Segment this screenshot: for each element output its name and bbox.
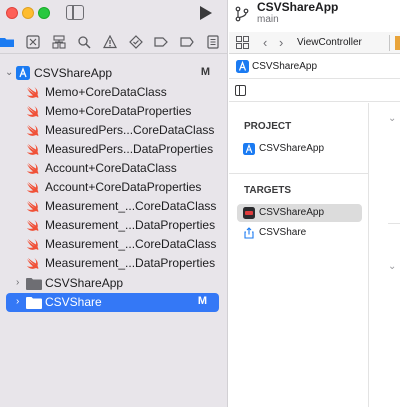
- project-item[interactable]: CSVShareApp: [237, 140, 362, 158]
- play-icon: [200, 6, 212, 20]
- disclosure-closed-icon[interactable]: ›: [16, 278, 26, 288]
- target-label: CSVShare: [259, 227, 307, 238]
- file-label: Memo+CoreDataClass: [45, 85, 167, 99]
- search-icon[interactable]: [77, 35, 91, 49]
- file-row[interactable]: Account+CoreDataProperties: [0, 178, 228, 197]
- folder-row-selected[interactable]: › CSVShare M: [6, 293, 219, 312]
- disclosure-open-icon[interactable]: ⌄: [5, 68, 15, 78]
- project-heading: PROJECT: [244, 121, 292, 132]
- file-row[interactable]: Memo+CoreDataClass: [0, 83, 228, 102]
- swift-file-icon: [27, 182, 39, 193]
- file-label: Memo+CoreDataProperties: [45, 104, 192, 118]
- swift-file-icon: [27, 258, 39, 269]
- target-item-selected[interactable]: CSVShareApp: [237, 204, 362, 222]
- branch-icon: [235, 6, 249, 22]
- project-name: CSVShareApp: [257, 0, 339, 14]
- target-item[interactable]: CSVShare: [237, 224, 362, 242]
- zoom-window-button[interactable]: [38, 7, 50, 19]
- separator: [388, 223, 400, 224]
- file-row[interactable]: Measurement_...CoreDataClass: [0, 197, 228, 216]
- tab-accent: [395, 36, 400, 50]
- folder-icon: [26, 297, 42, 309]
- back-arrow-icon[interactable]: ‹: [263, 35, 267, 50]
- swift-file-icon: [27, 125, 39, 136]
- file-row[interactable]: Account+CoreDataClass: [0, 159, 228, 178]
- swift-file-icon: [27, 201, 39, 212]
- swift-file-icon: [27, 220, 39, 231]
- breadcrumb-item[interactable]: CSVShareApp: [252, 61, 317, 72]
- chevron-down-icon[interactable]: ⌄: [388, 113, 396, 124]
- disclosure-closed-icon[interactable]: ›: [16, 297, 26, 307]
- targets-heading: TARGETS: [244, 185, 292, 196]
- folder-label: CSVShareApp: [45, 276, 124, 290]
- forward-arrow-icon[interactable]: ›: [279, 35, 283, 50]
- file-label: Account+CoreDataProperties: [45, 180, 202, 194]
- target-label: CSVShareApp: [259, 207, 325, 218]
- tab-divider: [389, 35, 390, 51]
- editor-sub-toolbar: [229, 80, 400, 102]
- grid-icon[interactable]: [236, 36, 249, 49]
- editor-header: CSVShareApp main: [229, 0, 400, 28]
- file-label: Account+CoreDataClass: [45, 161, 177, 175]
- modified-badge: M: [200, 66, 210, 78]
- project-root-row[interactable]: ⌄ CSVShareApp M: [0, 64, 228, 83]
- swift-file-icon: [27, 87, 39, 98]
- branch-name: main: [257, 14, 279, 25]
- file-row[interactable]: Measurement_...CoreDataClass: [0, 235, 228, 254]
- swift-file-icon: [27, 163, 39, 174]
- folder-icon: [26, 278, 42, 290]
- project-item-label: CSVShareApp: [259, 143, 325, 154]
- file-label: MeasuredPers...DataProperties: [45, 142, 214, 156]
- editor-tab[interactable]: ViewController: [297, 37, 362, 48]
- swift-file-icon: [27, 106, 39, 117]
- close-window-button[interactable]: [6, 7, 18, 19]
- file-label: MeasuredPers...CoreDataClass: [45, 123, 215, 137]
- navigator-selector-bar: [0, 32, 228, 54]
- xcode-project-icon: [236, 60, 249, 73]
- debug-icon[interactable]: [154, 35, 168, 49]
- share-extension-icon: [244, 227, 254, 239]
- symbol-icon[interactable]: [52, 35, 66, 49]
- file-row[interactable]: MeasuredPers...CoreDataClass: [0, 121, 228, 140]
- folder-icon[interactable]: [0, 35, 14, 49]
- app-target-icon: [243, 207, 255, 219]
- breadcrumb: CSVShareApp: [229, 57, 400, 79]
- swift-file-icon: [27, 239, 39, 250]
- file-row[interactable]: MeasuredPers...DataProperties: [0, 140, 228, 159]
- project-targets-list: PROJECT CSVShareApp TARGETS CSVShareApp …: [229, 103, 369, 407]
- breakpoint-icon[interactable]: [180, 35, 194, 49]
- file-row[interactable]: Measurement_...DataProperties: [0, 254, 228, 273]
- folder-label: CSVShare: [45, 295, 102, 309]
- window-titlebar: [0, 0, 228, 28]
- folder-row[interactable]: › CSVShareApp: [0, 274, 228, 293]
- source-control-icon[interactable]: [26, 35, 40, 49]
- swift-file-icon: [27, 144, 39, 155]
- report-icon[interactable]: [206, 35, 220, 49]
- section-divider: [229, 173, 369, 174]
- xcode-project-icon: [16, 66, 30, 80]
- file-row[interactable]: Measurement_...DataProperties: [0, 216, 228, 235]
- chevron-down-icon[interactable]: ⌄: [388, 261, 396, 272]
- file-label: Measurement_...DataProperties: [45, 256, 216, 270]
- file-row[interactable]: Memo+CoreDataProperties: [0, 102, 228, 121]
- project-navigator: ⌄ CSVShareApp M Memo+CoreDataClass Memo+…: [0, 0, 228, 407]
- sidebar-toggle-icon[interactable]: [66, 5, 84, 20]
- minimize-window-button[interactable]: [22, 7, 34, 19]
- hide-project-list-icon[interactable]: [235, 85, 246, 96]
- settings-area: ⌄ ⌄: [370, 103, 400, 407]
- test-icon[interactable]: [129, 35, 143, 49]
- modified-badge: M: [197, 295, 207, 307]
- run-button[interactable]: [196, 4, 214, 22]
- project-root-label: CSVShareApp: [34, 66, 113, 80]
- issue-icon[interactable]: [103, 34, 117, 49]
- file-label: Measurement_...CoreDataClass: [45, 237, 217, 251]
- editor-tab-bar: ‹ › ViewController: [229, 32, 400, 54]
- file-label: Measurement_...CoreDataClass: [45, 199, 217, 213]
- file-label: Measurement_...DataProperties: [45, 218, 216, 232]
- xcode-project-icon: [243, 143, 255, 155]
